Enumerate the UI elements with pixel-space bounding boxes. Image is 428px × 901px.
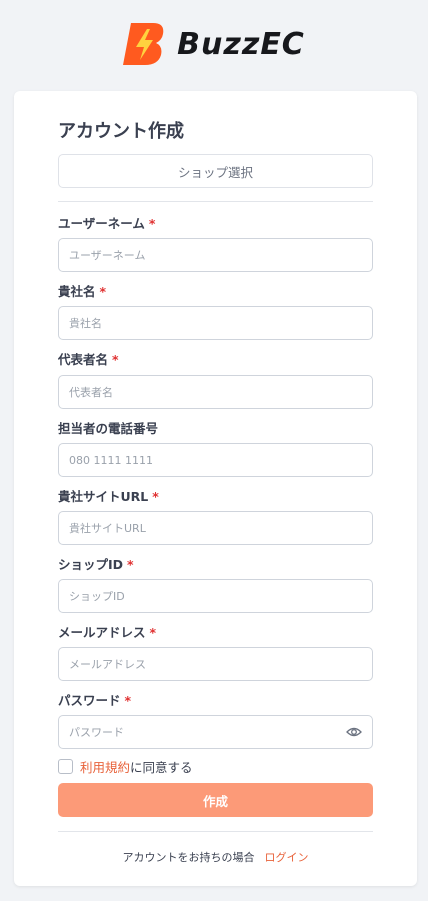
password-input[interactable] xyxy=(69,725,346,739)
company-field[interactable] xyxy=(58,306,373,340)
shop-select-button[interactable]: ショップ選択 xyxy=(58,154,373,188)
page-title: アカウント作成 xyxy=(58,121,184,142)
create-account-button[interactable]: 作成 xyxy=(58,783,373,817)
email-label: メールアドレス * xyxy=(58,625,157,640)
representative-field[interactable] xyxy=(58,375,373,409)
site-url-input[interactable] xyxy=(69,521,362,535)
login-link[interactable]: ログイン xyxy=(265,849,309,865)
password-field[interactable] xyxy=(58,715,373,749)
username-label: ユーザーネーム * xyxy=(58,216,156,231)
email-field[interactable] xyxy=(58,647,373,681)
username-field[interactable] xyxy=(58,238,373,272)
required-mark: * xyxy=(152,489,159,504)
email-input[interactable] xyxy=(69,657,362,671)
terms-suffix: に同意する xyxy=(130,760,193,775)
shop-id-field[interactable] xyxy=(58,579,373,613)
required-mark: * xyxy=(148,216,156,231)
site-url-label: 貴社サイトURL * xyxy=(58,489,159,504)
lightning-bolt-logo-icon xyxy=(123,23,164,65)
required-mark: * xyxy=(127,557,134,572)
site-url-field[interactable] xyxy=(58,511,373,545)
divider xyxy=(58,831,373,832)
terms-link[interactable]: 利用規約 xyxy=(80,760,130,775)
shop-id-label: ショップID * xyxy=(58,557,134,572)
signup-card: アカウント作成 ショップ選択 ユーザーネーム* 貴社名* 代表者名* 担当者の電… xyxy=(14,91,417,886)
login-prompt-text: アカウントをお持ちの場合 xyxy=(122,851,255,864)
required-mark: * xyxy=(99,284,107,299)
phone-label: 担当者の電話番号 xyxy=(58,421,159,436)
shop-id-input[interactable] xyxy=(69,589,362,603)
phone-input[interactable] xyxy=(69,453,362,467)
terms-agreement: 利用規約に同意する xyxy=(58,757,193,776)
required-mark: * xyxy=(149,625,157,640)
divider xyxy=(58,201,373,202)
brand-name: BuzzEC xyxy=(177,26,305,62)
eye-icon[interactable] xyxy=(346,724,362,740)
password-label: パスワード * xyxy=(58,693,132,708)
required-mark: * xyxy=(124,693,132,708)
login-prompt: アカウントをお持ちの場合 ログイン xyxy=(58,849,373,865)
terms-checkbox[interactable] xyxy=(58,759,73,774)
phone-field[interactable] xyxy=(58,443,373,477)
brand-logo: BuzzEC xyxy=(0,20,428,68)
required-mark: * xyxy=(112,352,119,367)
representative-input[interactable] xyxy=(69,385,362,399)
company-input[interactable] xyxy=(69,316,362,330)
representative-label: 代表者名 * xyxy=(58,352,119,367)
username-input[interactable] xyxy=(69,248,362,262)
company-label: 貴社名 * xyxy=(58,284,107,299)
